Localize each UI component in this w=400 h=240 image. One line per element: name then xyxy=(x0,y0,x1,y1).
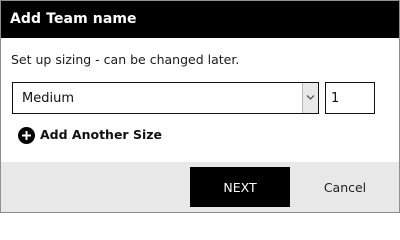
add-another-size-label[interactable]: Add Another Size xyxy=(40,127,162,143)
add-team-dialog: Add Team name Set up sizing - can be cha… xyxy=(0,0,400,213)
dialog-header: Add Team name xyxy=(1,1,399,38)
chevron-down-icon[interactable] xyxy=(302,83,318,113)
dialog-subtitle: Set up sizing - can be changed later. xyxy=(11,52,240,67)
next-button[interactable]: NEXT xyxy=(190,167,290,207)
cancel-button[interactable]: Cancel xyxy=(301,167,389,207)
size-select-value: Medium xyxy=(22,91,74,106)
plus-circle-icon[interactable] xyxy=(18,127,35,144)
dialog-footer: NEXT Cancel xyxy=(1,162,399,212)
size-select[interactable]: Medium xyxy=(12,82,319,114)
dialog-title: Add Team name xyxy=(10,11,137,27)
quantity-input[interactable]: 1 xyxy=(325,82,375,114)
quantity-value: 1 xyxy=(331,91,340,106)
